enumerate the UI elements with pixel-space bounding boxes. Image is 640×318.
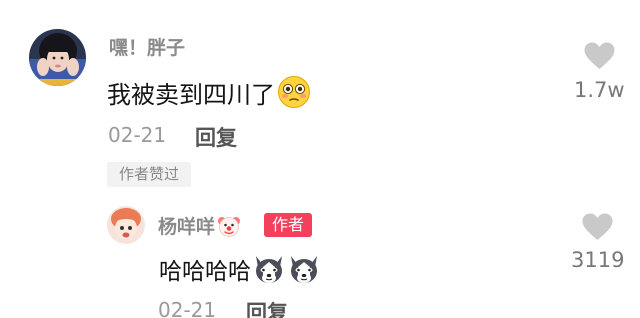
husky-dog-icon <box>287 252 321 286</box>
like-count: 3119 <box>571 248 625 272</box>
username-text: 杨咩咩 <box>158 216 216 238</box>
heart-icon[interactable] <box>582 213 613 241</box>
like-count: 1.7w <box>574 78 625 102</box>
comment-username[interactable]: 嘿！胖子 <box>109 33 185 60</box>
comment-text-content: 我被卖到四川了 <box>107 81 275 109</box>
husky-dog-icon <box>252 252 286 286</box>
clown-face-icon <box>217 214 241 238</box>
flushed-face-icon <box>277 75 311 109</box>
comment-text: 我被卖到四川了 <box>107 75 311 110</box>
avatar[interactable] <box>107 206 145 244</box>
avatar[interactable] <box>29 29 86 86</box>
comment-list: 嘿！胖子 我被卖到四川了 02-21 回复 作者赞过 1.7w 杨咩咩 作者 哈… <box>0 0 640 318</box>
comment-username[interactable]: 杨咩咩 <box>158 212 241 239</box>
reply-button[interactable]: 回复 <box>195 122 237 152</box>
author-badge: 作者 <box>264 213 312 237</box>
comment-date: 02-21 <box>108 123 167 147</box>
heart-icon[interactable] <box>584 42 615 70</box>
comment-text: 哈哈哈哈 <box>159 252 321 286</box>
comment-text-content: 哈哈哈哈 <box>159 259 251 285</box>
author-liked-tag: 作者赞过 <box>107 162 191 187</box>
comment-date: 02-21 <box>158 298 217 318</box>
reply-button[interactable]: 回复 <box>246 297 288 318</box>
